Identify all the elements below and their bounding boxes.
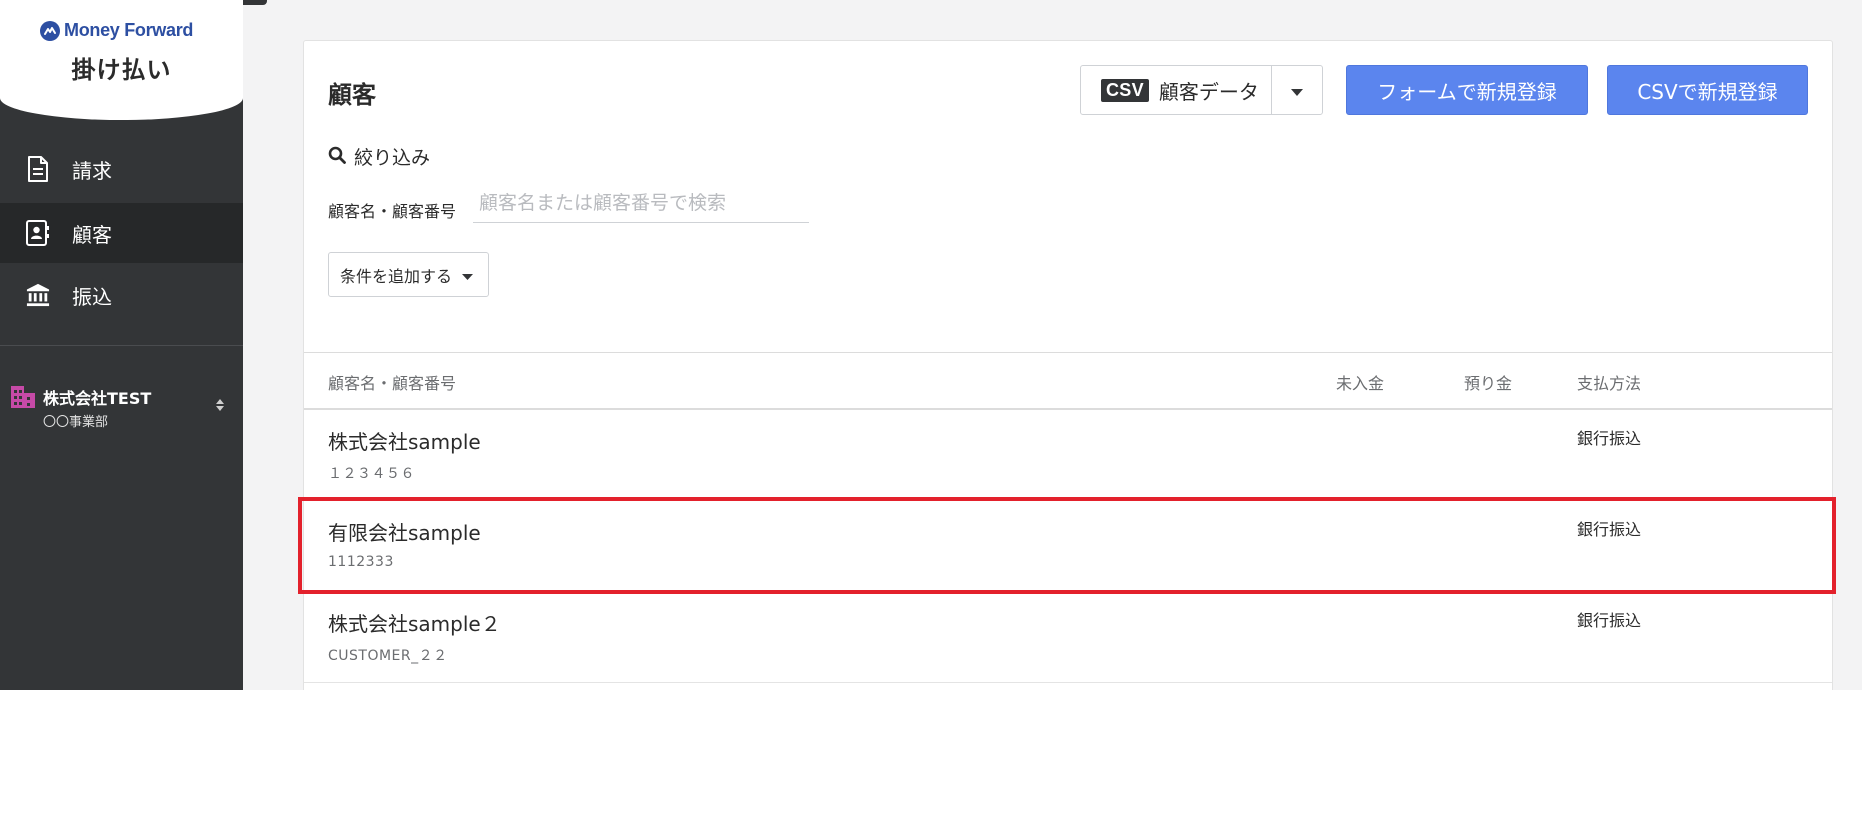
- customer-code: CUSTOMER_２２: [328, 648, 448, 664]
- payment-method: 銀行振込: [1577, 611, 1642, 630]
- csv-button-label: 顧客データ: [1158, 79, 1259, 104]
- customer-search-label: 顧客名・顧客番号: [328, 202, 457, 221]
- payment-method: 銀行振込: [1577, 429, 1642, 448]
- payment-method: 銀行振込: [1577, 520, 1642, 539]
- customer-code: １２３４５６: [328, 466, 415, 482]
- page-title: 顧客: [328, 81, 376, 109]
- document-icon: [26, 156, 50, 182]
- sidebar: Money Forward 掛け払い 請求 顧客 振込 株式会社TEST 〇〇事…: [0, 0, 243, 690]
- sort-updown-icon: [215, 397, 225, 417]
- add-condition-label: 条件を追加する: [340, 266, 453, 286]
- column-header-unpaid[interactable]: 未入金: [1336, 370, 1384, 394]
- sidebar-divider: [0, 345, 243, 346]
- table-divider: [304, 352, 1832, 353]
- filter-heading: 絞り込み: [328, 143, 430, 170]
- column-header-deposit[interactable]: 預り金: [1464, 370, 1512, 394]
- csv-customer-data-button[interactable]: CSV 顧客データ: [1081, 66, 1272, 114]
- table-row[interactable]: 株式会社sample２ CUSTOMER_２２ 銀行振込: [304, 592, 1832, 683]
- customers-card: 顧客 CSV 顧客データ フォームで新規登録 CSVで新規登録 絞り込み 顧客名…: [303, 40, 1833, 690]
- search-icon: [328, 146, 346, 168]
- caret-down-icon: [462, 265, 474, 284]
- csv-export-button-group: CSV 顧客データ: [1080, 65, 1323, 115]
- customer-name: 株式会社sample２: [328, 612, 501, 636]
- sidebar-item-label: 顧客: [72, 222, 112, 247]
- add-condition-button[interactable]: 条件を追加する: [328, 252, 489, 297]
- csv-badge: CSV: [1101, 78, 1149, 102]
- table-row[interactable]: 有限会社sample 1112333 銀行振込: [304, 501, 1832, 592]
- contact-card-icon: [26, 220, 50, 246]
- company-name: 株式会社TEST: [43, 389, 152, 408]
- app-window: Money Forward 掛け払い 請求 顧客 振込 株式会社TEST 〇〇事…: [0, 0, 1862, 690]
- table-row[interactable]: 株式会社sample １２３４５６ 銀行振込: [304, 410, 1832, 501]
- form-register-button[interactable]: フォームで新規登録: [1346, 65, 1588, 115]
- brand-logo[interactable]: Money Forward: [40, 20, 193, 41]
- product-name: 掛け払い: [71, 56, 172, 84]
- sidebar-item-label: 請求: [72, 158, 112, 183]
- sidebar-item-transfer[interactable]: 振込: [0, 265, 243, 325]
- filter-heading-label: 絞り込み: [354, 147, 431, 169]
- header-tab-nub: [243, 0, 267, 5]
- column-header-customer[interactable]: 顧客名・顧客番号: [328, 370, 456, 394]
- column-header-payment-method[interactable]: 支払方法: [1577, 370, 1641, 394]
- bank-icon: [26, 282, 50, 308]
- caret-down-icon: [1291, 81, 1303, 100]
- customer-search-input[interactable]: [473, 183, 809, 223]
- building-icon: [10, 385, 36, 413]
- customer-name: 有限会社sample: [328, 521, 481, 545]
- customer-code: 1112333: [328, 554, 394, 570]
- company-switcher[interactable]: 株式会社TEST 〇〇事業部: [10, 383, 235, 431]
- sidebar-item-customers[interactable]: 顧客: [0, 203, 243, 263]
- sidebar-item-billing[interactable]: 請求: [0, 139, 243, 199]
- csv-dropdown-toggle[interactable]: [1272, 66, 1322, 114]
- sidebar-item-label: 振込: [72, 284, 112, 309]
- customer-name: 株式会社sample: [328, 430, 481, 454]
- csv-register-button[interactable]: CSVで新規登録: [1607, 65, 1808, 115]
- department-name: 〇〇事業部: [43, 415, 109, 430]
- money-forward-logo-icon: [40, 20, 60, 41]
- brand-name: Money Forward: [64, 20, 194, 40]
- logo-area: Money Forward 掛け払い: [0, 0, 243, 120]
